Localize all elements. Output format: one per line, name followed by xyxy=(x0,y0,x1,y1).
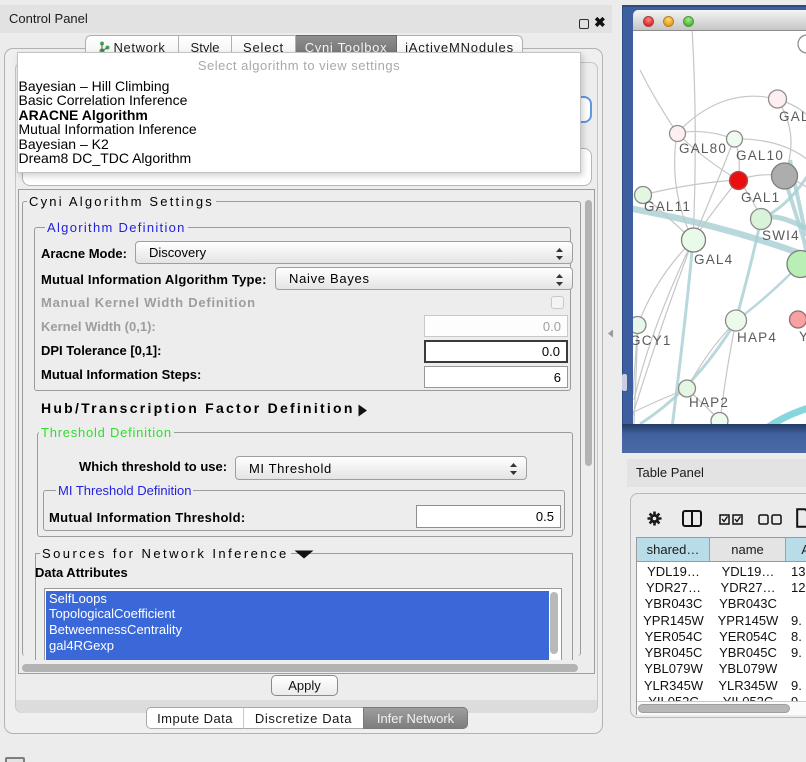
svg-text:Y: Y xyxy=(799,329,806,344)
svg-text:GAL1: GAL1 xyxy=(741,190,780,205)
svg-text:GAL: GAL xyxy=(779,109,806,124)
svg-text:GCY1: GCY1 xyxy=(633,333,672,348)
svg-text:HAP4: HAP4 xyxy=(737,330,777,345)
svg-text:GAL80: GAL80 xyxy=(679,141,727,156)
svg-text:GAL4: GAL4 xyxy=(694,252,733,267)
svg-text:SWI4: SWI4 xyxy=(762,228,800,243)
svg-text:HAP2: HAP2 xyxy=(689,395,729,410)
svg-text:GAL10: GAL10 xyxy=(736,148,784,163)
svg-text:GAL11: GAL11 xyxy=(644,199,691,214)
